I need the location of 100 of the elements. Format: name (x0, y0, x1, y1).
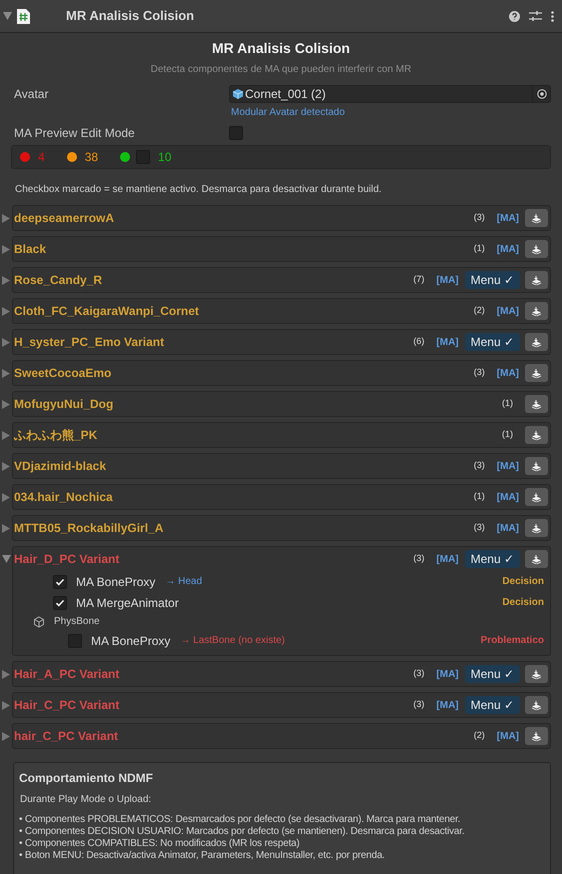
expand-arrow-icon[interactable] (2, 701, 10, 710)
field-label: MA Preview Edit Mode (13, 125, 136, 142)
group-row[interactable]: Hair_D_PC Variant (3) [MA] Menu ✓ MA BoneProxy → Head Decision MA MergeAnimator Decision PhysBone MA BoneProxy → LastBone (no existe) Problematico (12, 546, 551, 656)
help-icon[interactable] (509, 10, 520, 22)
layers-button[interactable] (525, 209, 548, 227)
group-name: hair_C_PC Variant (14, 728, 118, 745)
checkbox[interactable] (53, 574, 67, 588)
expand-arrow-icon[interactable] (2, 524, 10, 533)
info-bullet: • Componentes PROBLEMATICOS: Desmarcados por defecto (se desactivaran). Marca para mantener. (19, 814, 462, 826)
collapse-arrow-icon[interactable] (3, 12, 12, 20)
ma-tag: [MA] (496, 459, 519, 474)
menu-toggle[interactable]: Menu ✓ (464, 550, 520, 568)
group-row[interactable]: MofugyuNui_Dog (1) (12, 391, 551, 417)
checkbox[interactable] (229, 126, 243, 140)
layers-icon (531, 492, 542, 502)
layers-button[interactable] (525, 665, 548, 683)
group-row[interactable]: Hair_A_PC Variant (3) [MA] Menu ✓ (12, 661, 551, 687)
checkmark-icon (55, 576, 65, 586)
layers-button[interactable] (525, 426, 548, 444)
expand-arrow-icon[interactable] (2, 214, 10, 223)
layers-button[interactable] (525, 457, 548, 475)
layers-icon (531, 368, 542, 378)
component-count: (3) (474, 521, 485, 534)
checkbox[interactable] (68, 634, 82, 648)
group-row[interactable]: MTTB05_RockabillyGirl_A (3) [MA] (12, 515, 551, 541)
group-row[interactable]: Black (1) [MA] (12, 236, 551, 262)
ma-tag: [MA] (436, 698, 459, 713)
group-row[interactable]: hair_C_PC Variant (2) [MA] (12, 723, 551, 749)
expand-arrow-icon[interactable] (2, 732, 10, 741)
group-row[interactable]: SweetCocoaEmo (3) [MA] (12, 360, 551, 386)
expand-arrow-icon[interactable] (2, 400, 10, 409)
layers-button[interactable] (525, 302, 548, 320)
ma-tag: [MA] (496, 490, 519, 505)
ma-tag: [MA] (436, 335, 459, 350)
group-row[interactable]: ふわふわ熊_PK (1) (12, 422, 551, 448)
component-count: (6) (413, 335, 424, 348)
layers-icon (531, 214, 542, 222)
component-count: (3) (413, 698, 424, 711)
expand-arrow-icon[interactable] (2, 276, 10, 285)
checkbox[interactable] (53, 596, 67, 610)
menu-toggle[interactable]: Menu ✓ (464, 271, 520, 289)
group-name: SweetCocoaEmo (14, 365, 112, 382)
layers-button[interactable] (525, 395, 548, 413)
target-icon[interactable] (536, 89, 546, 99)
component-count: (7) (413, 273, 424, 286)
group-row[interactable]: Hair_C_PC Variant (3) [MA] Menu ✓ (12, 692, 551, 718)
group-row[interactable]: VDjazimid-black (3) [MA] (12, 453, 551, 479)
layers-button[interactable] (525, 488, 548, 506)
verdict-label: Problematico (480, 634, 544, 648)
menu-toggle[interactable]: Menu ✓ (464, 333, 520, 351)
prefab-icon (233, 89, 243, 99)
group-row[interactable]: Rose_Candy_R (7) [MA] Menu ✓ (12, 267, 551, 293)
expand-arrow-icon[interactable] (2, 338, 10, 347)
ma-tag: [MA] (436, 552, 459, 567)
group-name: 034.hair_Nochica (14, 489, 113, 506)
verdict-label: Decision (502, 575, 544, 589)
layers-button[interactable] (525, 550, 548, 568)
layers-icon (531, 554, 542, 564)
collapse-arrow-icon[interactable] (2, 555, 11, 563)
section-label: PhysBone (54, 615, 100, 629)
component-count: (1) (474, 242, 485, 255)
info-bullet: • Componentes COMPATIBLES: No modificados (MR los respeta) (19, 838, 301, 850)
expand-arrow-icon[interactable] (2, 245, 10, 254)
layers-icon (531, 524, 542, 532)
group-name: deepseamerrowA (14, 210, 114, 227)
expand-arrow-icon[interactable] (2, 493, 10, 502)
layers-button[interactable] (525, 696, 548, 714)
layers-button[interactable] (525, 519, 548, 537)
ma-tag: [MA] (496, 366, 519, 381)
expand-arrow-icon[interactable] (2, 307, 10, 316)
expand-arrow-icon[interactable] (2, 369, 10, 378)
layers-button[interactable] (525, 364, 548, 382)
expand-arrow-icon[interactable] (2, 670, 10, 679)
layers-button[interactable] (525, 727, 548, 745)
detected-note: Modular Avatar detectado (231, 106, 346, 120)
menu-toggle[interactable]: Menu ✓ (464, 696, 520, 714)
layers-button[interactable] (525, 271, 548, 289)
menu-icon[interactable] (551, 10, 554, 22)
group-name: Hair_D_PC Variant (14, 551, 120, 568)
avatar-field[interactable]: Cornet_001 (2) (229, 85, 551, 103)
group-name: Hair_C_PC Variant (14, 697, 120, 714)
field-label: Avatar (13, 86, 50, 103)
layers-icon (531, 462, 542, 470)
layers-button[interactable] (525, 333, 548, 351)
group-row[interactable]: Cloth_FC_KaigaraWanpi_Cornet (2) [MA] (12, 298, 551, 324)
settings-icon[interactable] (529, 10, 542, 22)
component-count: (3) (474, 459, 485, 472)
component-count: (3) (413, 667, 424, 680)
group-row[interactable]: H_syster_PC_Emo Variant (6) [MA] Menu ✓ (12, 329, 551, 355)
component-count: (3) (413, 552, 424, 565)
group-row[interactable]: deepseamerrowA (3) [MA] (12, 205, 551, 231)
bone-target: → LastBone (no existe) (180, 634, 285, 648)
layers-icon (531, 306, 542, 316)
layers-button[interactable] (525, 240, 548, 258)
expand-arrow-icon[interactable] (2, 462, 10, 471)
expand-arrow-icon[interactable] (2, 431, 10, 440)
menu-toggle[interactable]: Menu ✓ (464, 665, 520, 683)
info-title: Comportamiento NDMF (19, 770, 154, 787)
group-row[interactable]: 034.hair_Nochica (1) [MA] (12, 484, 551, 510)
component-count: (3) (474, 366, 485, 379)
